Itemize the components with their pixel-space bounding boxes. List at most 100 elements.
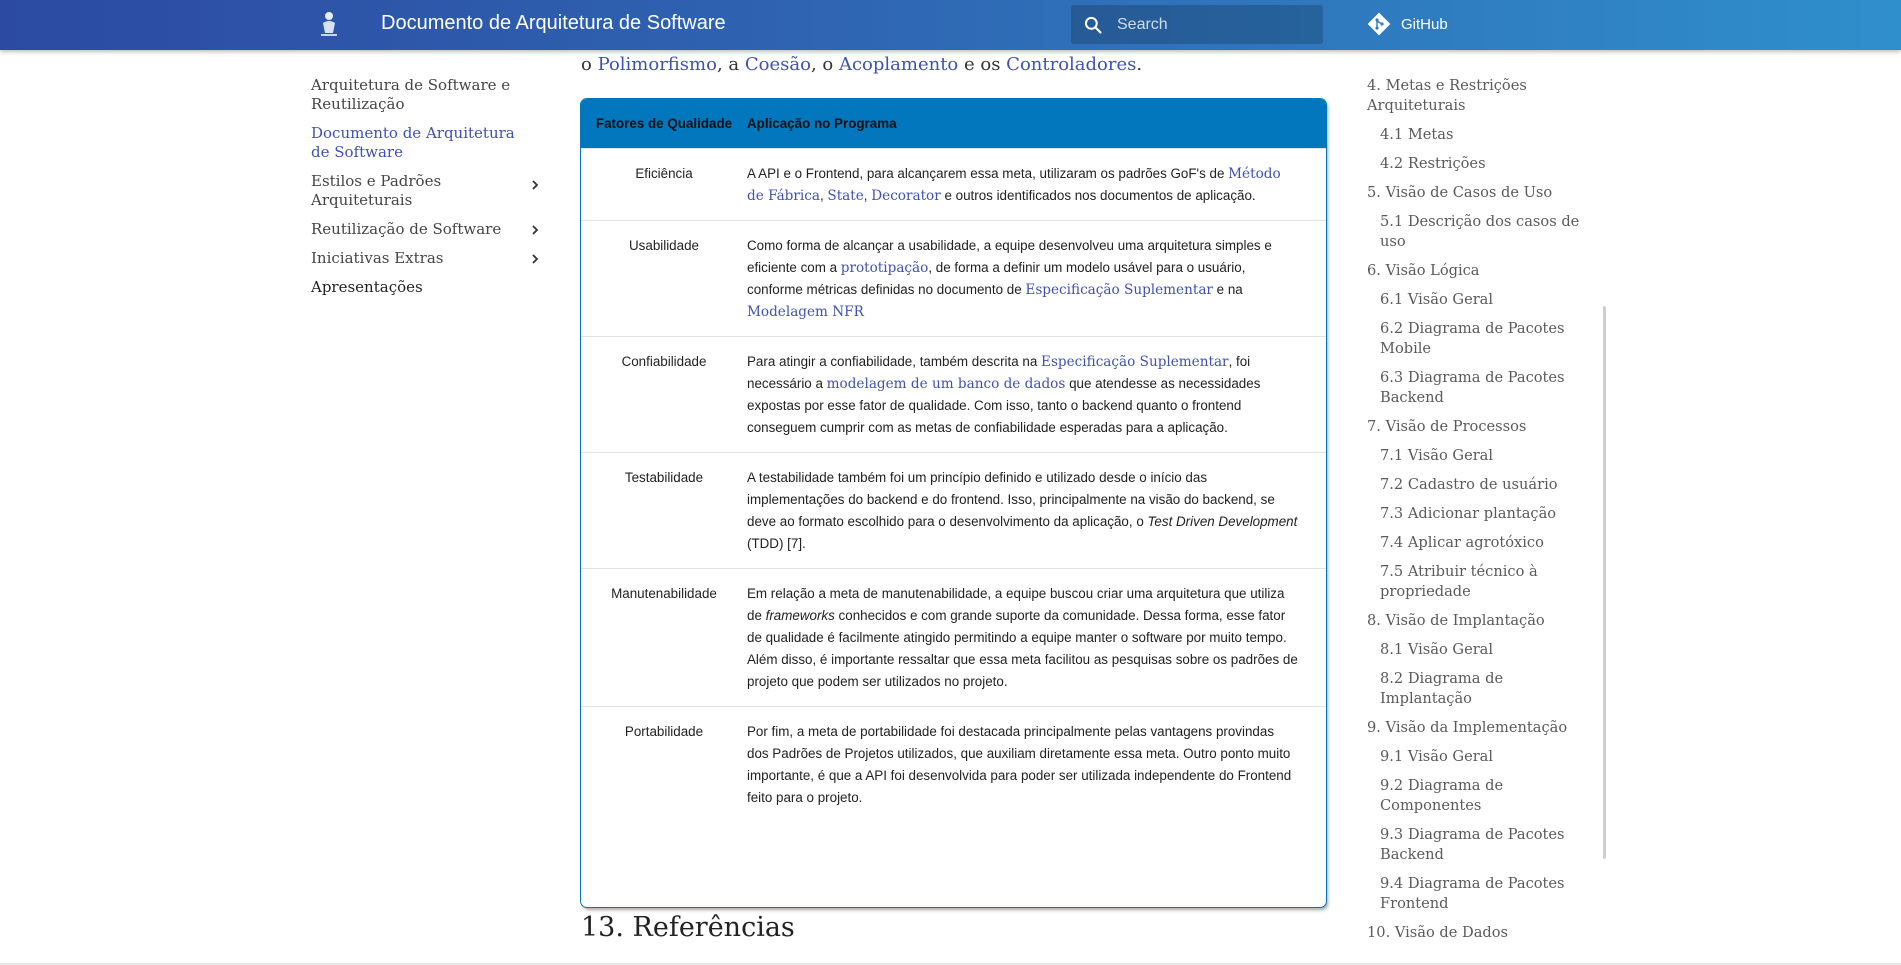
site-title[interactable]: Documento de Arquitetura de Software	[381, 12, 726, 35]
nav-item-iniciativas-extras[interactable]: Iniciativas Extras	[311, 249, 541, 268]
toc-item[interactable]: 9. Visão da Implementação	[1367, 718, 1587, 738]
table-row: Manutenabilidade Em relação a meta de ma…	[581, 568, 1326, 707]
link-coesao[interactable]: Coesão	[745, 54, 811, 75]
cell-text: (TDD) [7].	[747, 536, 806, 551]
nav-item-documento-arquitetura[interactable]: Documento de Arquitetura de Software	[311, 124, 541, 162]
toc-item[interactable]: 7.4 Aplicar agrotóxico	[1367, 533, 1587, 553]
toc-item[interactable]: 4.2 Restrições	[1367, 154, 1587, 174]
quality-factors-table-wrapper[interactable]: Fatores de Qualidade Aplicação no Progra…	[581, 99, 1326, 907]
link-controladores[interactable]: Controladores	[1006, 54, 1136, 75]
intro-text: .	[1136, 54, 1143, 75]
link-especificacao-suplementar[interactable]: Especificação Suplementar	[1041, 354, 1229, 370]
table-row: Portabilidade Por fim, a meta de portabi…	[581, 706, 1326, 823]
cell-text: Para atingir a confiabilidade, também de…	[747, 354, 1042, 369]
section-heading-references: 13. Referências	[581, 912, 795, 943]
factor-cell: Usabilidade	[629, 238, 699, 253]
search-input[interactable]	[1117, 5, 1313, 44]
cell-emphasis: frameworks	[765, 608, 835, 623]
table-row: Testabilidade A testabilidade também foi…	[581, 452, 1326, 569]
nav-item-label: Estilos e Padrões Arquiteturais	[311, 172, 442, 209]
link-decorator[interactable]: Decorator	[871, 188, 941, 204]
toc-item[interactable]: 8.1 Visão Geral	[1367, 640, 1587, 660]
main-content: o Polimorfismo, a Coesão, o Acoplamento …	[581, 50, 1326, 943]
application-cell: Como forma de alcançar a usabilidade, a …	[747, 221, 1326, 337]
toc-item[interactable]: 6.3 Diagrama de Pacotes Backend	[1367, 368, 1587, 408]
application-cell: Para atingir a confiabilidade, também de…	[747, 337, 1326, 453]
column-header-application: Aplicação no Programa	[747, 99, 1326, 149]
column-header-factor: Fatores de Qualidade	[581, 99, 747, 149]
intro-text: , a	[716, 54, 745, 75]
link-state[interactable]: State	[827, 188, 863, 204]
toc-item[interactable]: 7.2 Cadastro de usuário	[1367, 475, 1587, 495]
link-acoplamento[interactable]: Acoplamento	[839, 54, 958, 75]
table-row: Confiabilidade Para atingir a confiabili…	[581, 336, 1326, 453]
toc-item[interactable]: 9.4 Diagrama de Pacotes Frontend	[1367, 874, 1587, 914]
cell-text: Por fim, a meta de portabilidade foi des…	[747, 724, 1292, 805]
toc-item[interactable]: 8. Visão de Implantação	[1367, 611, 1587, 631]
github-label: GitHub	[1401, 15, 1448, 33]
toc-item[interactable]: 7.5 Atribuir técnico à propriedade	[1367, 562, 1587, 602]
link-modelagem-nfr[interactable]: Modelagem NFR	[747, 304, 864, 320]
site-logo-icon[interactable]	[318, 9, 340, 39]
link-modelagem-banco-dados[interactable]: modelagem de um banco de dados	[827, 376, 1066, 392]
top-header: Documento de Arquitetura de Software Git…	[0, 0, 1901, 50]
toc-item[interactable]: 7.3 Adicionar plantação	[1367, 504, 1587, 524]
factor-cell: Testabilidade	[624, 470, 704, 485]
nav-item-arquitetura-reutilizacao[interactable]: Arquitetura de Software e Reutilização	[311, 76, 541, 114]
toc-item[interactable]: 9.1 Visão Geral	[1367, 747, 1587, 767]
intro-paragraph: o Polimorfismo, a Coesão, o Acoplamento …	[581, 51, 1326, 79]
toc-item[interactable]: 6. Visão Lógica	[1367, 261, 1587, 281]
factor-cell: Manutenabilidade	[611, 586, 717, 601]
chevron-right-icon[interactable]	[529, 224, 541, 236]
intro-text: , o	[810, 54, 839, 75]
toc-item[interactable]: 4.1 Metas	[1367, 125, 1587, 145]
toc-item[interactable]: 5. Visão de Casos de Uso	[1367, 183, 1587, 203]
git-icon	[1367, 12, 1391, 36]
link-especificacao-suplementar[interactable]: Especificação Suplementar	[1025, 282, 1213, 298]
nav-item-label: Apresentações	[311, 278, 423, 296]
left-navigation: Arquitetura de Software e Reutilização D…	[311, 76, 541, 307]
search-icon	[1084, 16, 1102, 34]
application-cell: A testabilidade também foi um princípio …	[747, 453, 1326, 569]
table-row: Usabilidade Como forma de alcançar a usa…	[581, 220, 1326, 337]
toc-item[interactable]: 7.1 Visão Geral	[1367, 446, 1587, 466]
nav-item-estilos-padroes[interactable]: Estilos e Padrões Arquiteturais	[311, 172, 541, 210]
link-prototipacao[interactable]: prototipação	[841, 260, 929, 276]
chevron-right-icon[interactable]	[529, 179, 541, 191]
toc-item[interactable]: 9.2 Diagrama de Componentes	[1367, 776, 1587, 816]
factor-cell: Eficiência	[635, 166, 693, 181]
toc-item[interactable]: 6.2 Diagrama de Pacotes Mobile	[1367, 319, 1587, 359]
table-row: Eficiência A API e o Frontend, para alca…	[581, 148, 1326, 221]
cell-text: e na	[1212, 282, 1243, 297]
toc-item[interactable]: 8.2 Diagrama de Implantação	[1367, 669, 1587, 709]
cell-text: A API e o Frontend, para alcançarem essa…	[747, 166, 1229, 181]
cell-text: e outros identificados nos documentos de…	[940, 188, 1256, 203]
application-cell: Por fim, a meta de portabilidade foi des…	[747, 707, 1326, 823]
cell-emphasis: Test Driven Development	[1147, 514, 1298, 529]
application-cell: A API e o Frontend, para alcançarem essa…	[747, 149, 1326, 221]
nav-item-label: Reutilização de Software	[311, 220, 502, 238]
toc-item[interactable]: 5.1 Descrição dos casos de uso	[1367, 212, 1587, 252]
github-link[interactable]: GitHub	[1367, 12, 1448, 36]
link-polimorfismo[interactable]: Polimorfismo	[598, 54, 717, 75]
toc-item[interactable]: 9.3 Diagrama de Pacotes Backend	[1367, 825, 1587, 865]
nav-item-label: Iniciativas Extras	[311, 249, 444, 267]
intro-text: e os	[958, 54, 1007, 75]
search-box[interactable]	[1071, 5, 1323, 44]
quality-factors-table: Fatores de Qualidade Aplicação no Progra…	[581, 99, 1326, 822]
toc-item[interactable]: 6.1 Visão Geral	[1367, 290, 1587, 310]
intro-text: o	[581, 54, 598, 75]
toc-item[interactable]: 10. Visão de Dados	[1367, 923, 1587, 943]
application-cell: Em relação a meta de manutenabilidade, a…	[747, 569, 1326, 707]
factor-cell: Confiabilidade	[621, 354, 707, 369]
nav-item-label: Documento de Arquitetura de Software	[311, 124, 515, 161]
toc-item[interactable]: 7. Visão de Processos	[1367, 417, 1587, 437]
nav-item-label: Arquitetura de Software e Reutilização	[311, 76, 511, 113]
factor-cell: Portabilidade	[624, 724, 704, 739]
toc-item[interactable]: 4. Metas e Restrições Arquiteturais	[1367, 76, 1587, 116]
nav-item-apresentacoes[interactable]: Apresentações	[311, 278, 541, 297]
toc-scrollbar[interactable]	[1603, 306, 1606, 859]
chevron-right-icon[interactable]	[529, 253, 541, 265]
table-of-contents: 4. Metas e Restrições Arquiteturais 4.1 M…	[1367, 76, 1587, 952]
nav-item-reutilizacao-software[interactable]: Reutilização de Software	[311, 220, 541, 239]
